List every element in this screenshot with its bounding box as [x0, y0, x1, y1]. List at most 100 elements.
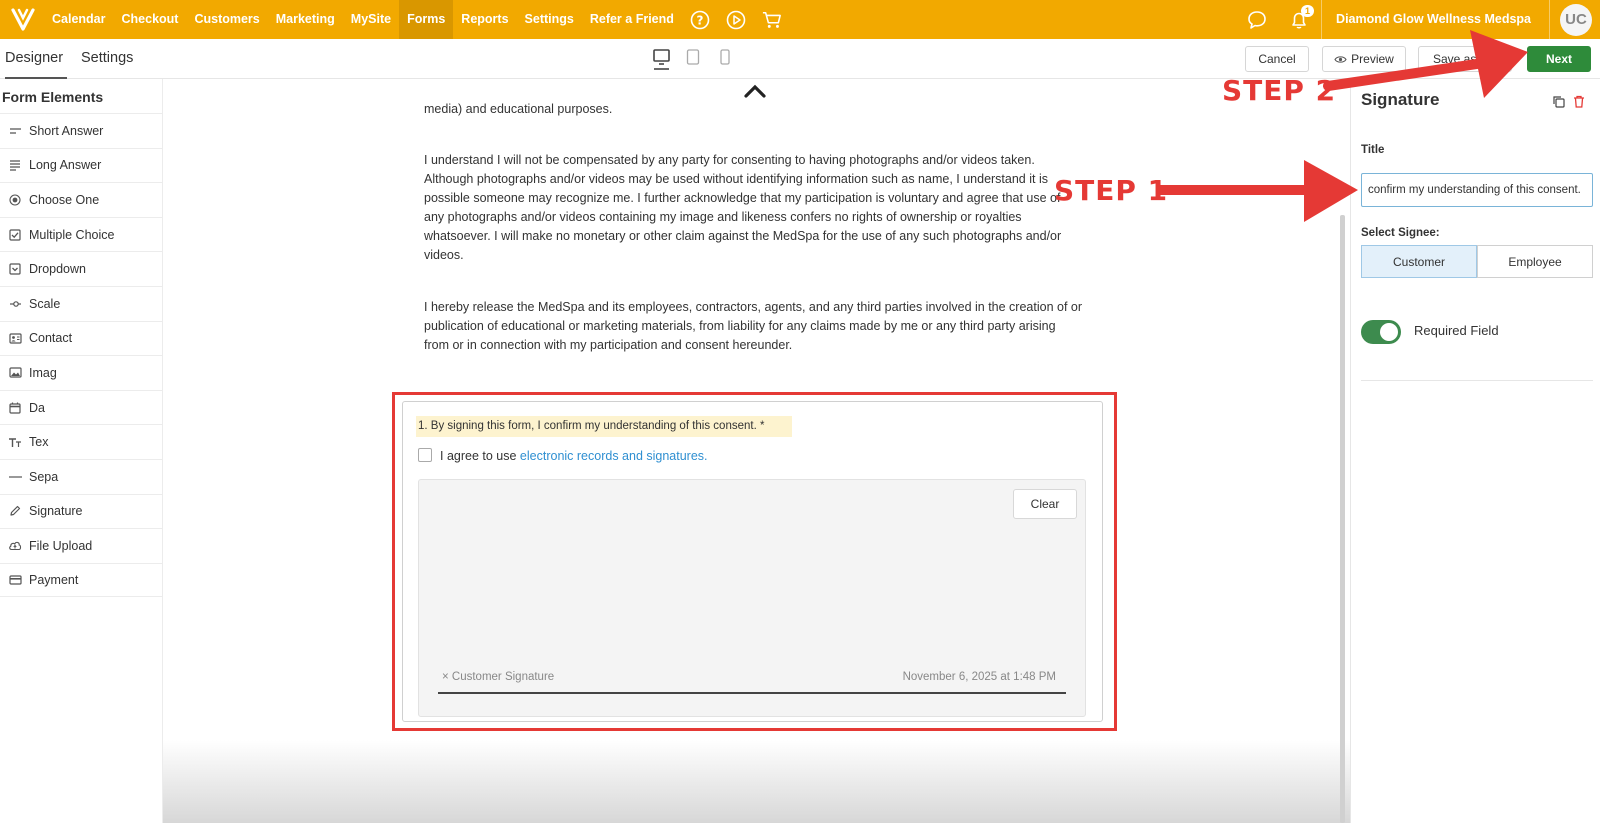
- notifications[interactable]: 1: [1285, 0, 1315, 39]
- delete-icon[interactable]: [1573, 95, 1585, 108]
- title-label: Title: [1361, 144, 1385, 156]
- element-label: Multiple Choice: [29, 227, 115, 242]
- cloud-upload-icon: [8, 539, 22, 553]
- nav-mysite[interactable]: MySite: [343, 0, 399, 39]
- signature-date: November 6, 2025 at 1:48 PM: [902, 671, 1056, 683]
- element-label: Tex: [29, 435, 49, 450]
- text-icon: [8, 435, 22, 449]
- desktop-view-icon[interactable]: [653, 49, 670, 70]
- title-input[interactable]: confirm my understanding of this consent…: [1361, 173, 1593, 207]
- element-label: Long Answer: [29, 158, 102, 173]
- canvas-scrollbar[interactable]: [1340, 215, 1345, 823]
- element-scale[interactable]: Scale: [0, 285, 163, 321]
- element-label: Imag: [29, 365, 57, 380]
- form-elements-panel: Form Elements Short Answer Long Answer C…: [0, 79, 163, 823]
- element-file-upload[interactable]: File Upload: [0, 528, 163, 563]
- element-label: Sepa: [29, 469, 59, 484]
- main-nav: Calendar Checkout Customers Marketing My…: [44, 0, 790, 39]
- agree-text: I agree to use electronic records and si…: [440, 449, 708, 463]
- blank-overlay: [1448, 710, 1548, 778]
- signee-employee-option[interactable]: Employee: [1477, 245, 1593, 278]
- cancel-button[interactable]: Cancel: [1245, 46, 1309, 72]
- element-label: Da: [29, 400, 45, 415]
- nav-refer-a-friend[interactable]: Refer a Friend: [582, 0, 682, 39]
- element-label: Scale: [29, 296, 61, 311]
- signature-placeholder: × Customer Signature: [442, 671, 555, 683]
- separator-icon: [8, 470, 22, 484]
- consent-paragraph-compensation: I understand I will not be compensated b…: [424, 153, 1062, 262]
- element-contact[interactable]: Contact: [0, 320, 163, 356]
- element-label: File Upload: [29, 538, 93, 553]
- form-elements-title: Form Elements: [2, 89, 104, 105]
- element-label: Payment: [29, 573, 79, 588]
- agree-checkbox[interactable]: [418, 448, 432, 462]
- nav-settings[interactable]: Settings: [517, 0, 582, 39]
- notification-badge: 1: [1301, 5, 1315, 17]
- pen-icon: [8, 504, 22, 518]
- image-icon: [8, 366, 22, 380]
- cart-icon[interactable]: [762, 10, 782, 30]
- credit-card-icon: [8, 573, 22, 587]
- preview-button[interactable]: Preview: [1322, 46, 1406, 72]
- element-image[interactable]: Imag: [0, 355, 163, 390]
- signature-line: [438, 692, 1066, 694]
- consent-paragraph-partial: media) and educational purposes.: [424, 102, 613, 116]
- radio-icon: [8, 193, 22, 207]
- select-signee-label: Select Signee:: [1361, 227, 1440, 239]
- element-date[interactable]: Da: [0, 389, 163, 425]
- tab-settings[interactable]: Settings: [81, 39, 133, 79]
- checkbox-icon: [8, 228, 22, 242]
- clear-signature-button[interactable]: Clear: [1013, 489, 1077, 519]
- designer-toolbar: Designer Settings Cancel Preview Save as…: [0, 39, 1600, 79]
- element-separator[interactable]: Sepa: [0, 458, 163, 494]
- next-button[interactable]: Next: [1527, 46, 1591, 72]
- element-payment[interactable]: Payment: [0, 562, 163, 598]
- nav-reports[interactable]: Reports: [453, 0, 516, 39]
- element-label: Signature: [29, 504, 83, 519]
- nav-forms[interactable]: Forms: [399, 0, 454, 39]
- element-choose-one[interactable]: Choose One: [0, 182, 163, 217]
- element-dropdown[interactable]: Dropdown: [0, 251, 163, 286]
- business-name[interactable]: Diamond Glow Wellness Medspa: [1321, 0, 1550, 39]
- nav-calendar[interactable]: Calendar: [44, 0, 114, 39]
- signee-customer-option[interactable]: Customer: [1361, 245, 1477, 278]
- duplicate-icon[interactable]: [1552, 95, 1565, 108]
- element-multiple-choice[interactable]: Multiple Choice: [0, 216, 163, 252]
- element-label: Contact: [29, 331, 73, 346]
- form-elements-list: Short Answer Long Answer Choose One Mult…: [0, 113, 163, 598]
- signee-toggle-group: Customer Employee: [1361, 245, 1593, 278]
- panel-divider: [1361, 380, 1593, 381]
- step2-annotation: STEP 2: [1222, 74, 1337, 107]
- scale-icon: [8, 297, 22, 311]
- element-label: Choose One: [29, 192, 100, 207]
- short-answer-icon: [8, 124, 22, 138]
- nav-marketing[interactable]: Marketing: [268, 0, 343, 39]
- tab-designer[interactable]: Designer: [5, 39, 67, 79]
- app-logo-icon[interactable]: [4, 0, 42, 39]
- element-text[interactable]: Tex: [0, 424, 163, 459]
- required-field-label: Required Field: [1414, 323, 1499, 338]
- tablet-view-icon[interactable]: [686, 49, 702, 65]
- element-long-answer[interactable]: Long Answer: [0, 147, 163, 183]
- nav-checkout[interactable]: Checkout: [114, 0, 187, 39]
- mobile-view-icon[interactable]: [719, 49, 735, 65]
- contact-card-icon: [8, 331, 22, 345]
- panel-title: Signature: [1361, 90, 1440, 109]
- long-answer-icon: [8, 158, 22, 172]
- consent-paragraph-release: I hereby release the MedSpa and its empl…: [424, 300, 1083, 352]
- electronic-records-link[interactable]: electronic records and signatures.: [520, 449, 708, 463]
- save-as-button[interactable]: Save as: [1418, 46, 1512, 72]
- chat-icon[interactable]: [1247, 10, 1267, 30]
- top-right-area: 1 Diamond Glow Wellness Medspa UC: [1239, 0, 1600, 39]
- panel-actions: [1552, 95, 1585, 108]
- help-icon[interactable]: ?: [690, 10, 710, 30]
- agree-prefix: I agree to use: [440, 449, 520, 463]
- avatar[interactable]: UC: [1560, 3, 1592, 36]
- top-navigation-bar: Calendar Checkout Customers Marketing My…: [0, 0, 1600, 39]
- nav-customers[interactable]: Customers: [186, 0, 267, 39]
- required-field-toggle[interactable]: [1361, 320, 1401, 344]
- step1-annotation: STEP 1: [1054, 174, 1169, 207]
- element-short-answer[interactable]: Short Answer: [0, 113, 163, 148]
- play-video-icon[interactable]: [726, 10, 746, 30]
- element-signature[interactable]: Signature: [0, 493, 163, 529]
